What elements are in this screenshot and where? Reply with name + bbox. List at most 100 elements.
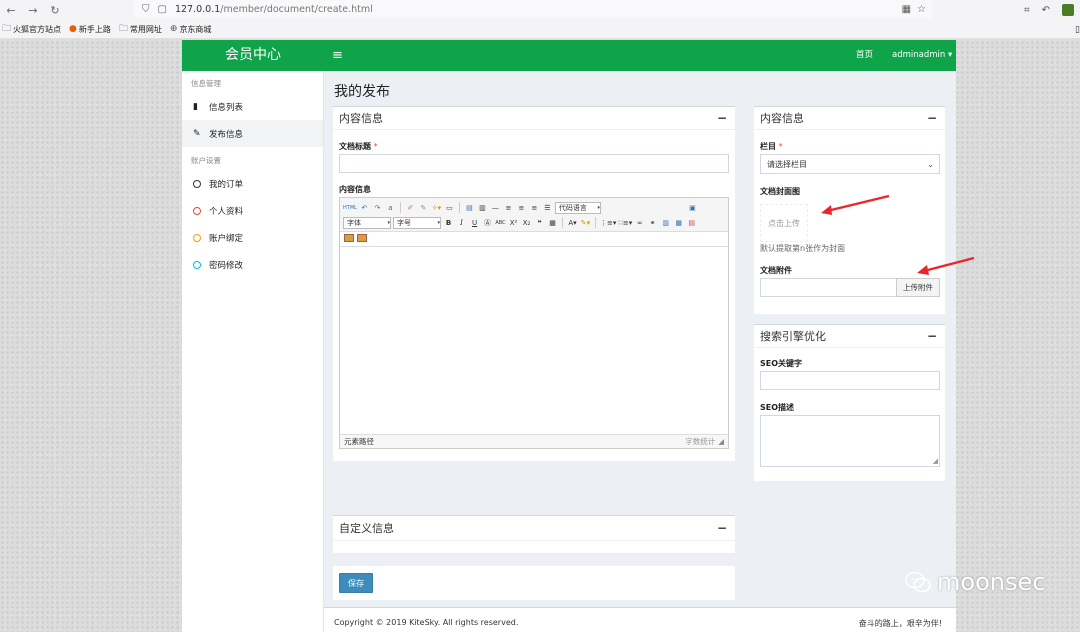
- column-select[interactable]: 请选择栏目 ⌄: [760, 154, 940, 174]
- border-text-icon[interactable]: Ⓐ: [482, 217, 493, 228]
- sidebar-item-binding[interactable]: 账户绑定: [182, 224, 323, 251]
- sidebar-item-info-list[interactable]: ▮ 信息列表: [182, 93, 323, 120]
- ordered-list-icon[interactable]: ⋮≡▾: [600, 217, 616, 228]
- rich-text-editor[interactable]: HTML ↶ ↷ a ✐ ✎ ✧▾ ▭ ▤ ▥ — ≡ ≡ ≡ ☰ 代码语言 ▾…: [339, 197, 729, 449]
- horizontal-rule-icon[interactable]: —: [490, 202, 501, 213]
- cover-upload[interactable]: 点击上传: [760, 204, 808, 242]
- blank-doc-icon[interactable]: ▭: [444, 202, 455, 213]
- blockquote-icon[interactable]: ❝: [534, 217, 545, 228]
- highlight-icon[interactable]: ✎▾: [580, 217, 591, 228]
- extension-icon[interactable]: [1062, 4, 1074, 16]
- link-icon[interactable]: ∞: [634, 217, 645, 228]
- editor-toolbar: HTML ↶ ↷ a ✐ ✎ ✧▾ ▭ ▤ ▥ — ≡ ≡ ≡ ☰ 代码语言 ▾…: [340, 198, 728, 232]
- unlink-icon[interactable]: ⚭: [647, 217, 658, 228]
- sidebar-item-publish[interactable]: ✎ 发布信息: [182, 120, 323, 147]
- back-icon[interactable]: ←: [0, 4, 22, 17]
- footer-slogan: 奋斗的路上，艰辛为伴!: [858, 619, 942, 628]
- font-color-icon[interactable]: A▾: [567, 217, 578, 228]
- page-footer: Copyright © 2019 KiteSky. All rights res…: [324, 607, 956, 632]
- edit-icon: ✎: [193, 128, 201, 139]
- quote-icon[interactable]: ▥: [477, 202, 488, 213]
- paste-text-icon[interactable]: a: [385, 202, 396, 213]
- seo-keywords-label: SEO关键字: [760, 359, 803, 368]
- align-center-icon[interactable]: ≡: [516, 202, 527, 213]
- code-language-select[interactable]: 代码语言 ▾: [554, 201, 601, 214]
- image-icon[interactable]: [344, 234, 354, 242]
- menu-toggle-icon[interactable]: ≡: [332, 40, 343, 71]
- resize-handle-icon[interactable]: ◢: [718, 437, 724, 446]
- chevron-down-icon: ⌄: [927, 159, 934, 169]
- resize-handle-icon[interactable]: ◢: [933, 457, 938, 465]
- eraser-icon[interactable]: ✐: [405, 202, 416, 213]
- delete-table-icon[interactable]: ▤: [686, 217, 697, 228]
- nav-home-link[interactable]: 首页: [856, 40, 873, 71]
- forward-icon[interactable]: →: [22, 4, 44, 17]
- shield-icon[interactable]: ⛉: [142, 4, 150, 15]
- collapse-icon[interactable]: −: [717, 111, 727, 125]
- sidebar-item-profile[interactable]: 个人资料: [182, 197, 323, 224]
- format-brush-icon[interactable]: ✎: [418, 202, 429, 213]
- bold-icon[interactable]: B: [443, 217, 454, 228]
- star-icon[interactable]: ☆: [917, 4, 926, 15]
- crop-icon[interactable]: ⌗: [1024, 5, 1030, 16]
- font-size-select[interactable]: 字号 ▾: [393, 216, 441, 229]
- align-right-icon[interactable]: ≡: [529, 202, 540, 213]
- brand-logo[interactable]: 会员中心: [182, 40, 324, 71]
- auto-format-icon[interactable]: ✧▾: [431, 202, 442, 213]
- align-justify-icon[interactable]: ☰: [542, 202, 553, 213]
- sidebar-item-password[interactable]: 密码修改: [182, 251, 323, 278]
- superscript-icon[interactable]: X²: [508, 217, 519, 228]
- column-label: 栏目 *: [760, 142, 783, 151]
- user-menu[interactable]: adminadmin ▾: [892, 40, 952, 71]
- bookmark-item[interactable]: ⊕ 京东商城: [170, 24, 212, 35]
- sidebar: 信息管理 ▮ 信息列表 ✎ 发布信息 账户设置 我的订单 个人资料 账户绑定 密…: [182, 71, 324, 632]
- collapse-icon[interactable]: −: [927, 329, 937, 343]
- upload-attachment-button[interactable]: 上传附件: [896, 278, 940, 297]
- bookmarks-bar: 🗀 火狐官方站点 ● 新手上路 🗀 常用网址 ⊕ 京东商城 ▯: [0, 20, 1080, 39]
- redo-icon[interactable]: ↷: [372, 202, 383, 213]
- font-family-select[interactable]: 字体 ▾: [343, 216, 391, 229]
- fullscreen-icon[interactable]: ▣: [687, 202, 698, 213]
- collapse-icon[interactable]: −: [717, 521, 727, 535]
- seo-box: 搜索引擎优化 − SEO关键字 SEO描述 ◢: [754, 324, 945, 481]
- undo-icon[interactable]: ↶: [359, 202, 370, 213]
- content-label: 内容信息: [339, 185, 371, 194]
- book-icon: ▮: [193, 101, 198, 112]
- box-title: 内容信息: [760, 112, 804, 125]
- bookmark-item[interactable]: 🗀 火狐官方站点: [2, 21, 61, 37]
- circle-dark-icon: [193, 179, 201, 188]
- watermark: moonsec: [905, 568, 1045, 596]
- anchor-icon[interactable]: ▥: [660, 217, 671, 228]
- sidebar-item-orders[interactable]: 我的订单: [182, 170, 323, 197]
- paste-format-icon[interactable]: ▦: [547, 217, 558, 228]
- bookmark-item[interactable]: ● 新手上路: [69, 24, 111, 35]
- subscript-icon[interactable]: X₂: [521, 217, 532, 228]
- table-icon[interactable]: ▦: [673, 217, 684, 228]
- page-title: 我的发布: [334, 84, 390, 100]
- url-path: /member/document/create.html: [220, 3, 373, 15]
- seo-description-textarea[interactable]: ◢: [760, 415, 940, 467]
- qr-code-icon[interactable]: ▦: [902, 4, 911, 15]
- italic-icon[interactable]: I: [456, 217, 467, 228]
- other-bookmarks-icon[interactable]: ▯: [1075, 20, 1080, 39]
- address-bar[interactable]: ⛉ ▢ 127.0.0.1/member/document/create.htm…: [134, 0, 932, 18]
- collapse-icon[interactable]: −: [927, 111, 937, 125]
- undo-icon[interactable]: ↶: [1042, 5, 1050, 16]
- box-title: 搜索引擎优化: [760, 330, 826, 343]
- strikethrough-icon[interactable]: ABC: [495, 217, 506, 228]
- align-left-icon[interactable]: ≡: [503, 202, 514, 213]
- bookmark-item[interactable]: 🗀 常用网址: [119, 21, 162, 37]
- sidebar-section-info: 信息管理: [191, 79, 221, 88]
- html-source-icon[interactable]: HTML: [343, 202, 357, 213]
- attachment-input[interactable]: [760, 278, 897, 297]
- unordered-list-icon[interactable]: ∷≡▾: [618, 217, 632, 228]
- title-input[interactable]: [339, 154, 729, 173]
- reload-icon[interactable]: ↻: [44, 4, 66, 17]
- save-button[interactable]: 保存: [339, 573, 373, 593]
- insert-table-icon[interactable]: ▤: [464, 202, 475, 213]
- underline-icon[interactable]: U: [469, 217, 480, 228]
- seo-keywords-input[interactable]: [760, 371, 940, 390]
- element-path: 元素路径: [344, 437, 374, 446]
- multi-image-icon[interactable]: [357, 234, 367, 242]
- box-title: 内容信息: [339, 112, 383, 125]
